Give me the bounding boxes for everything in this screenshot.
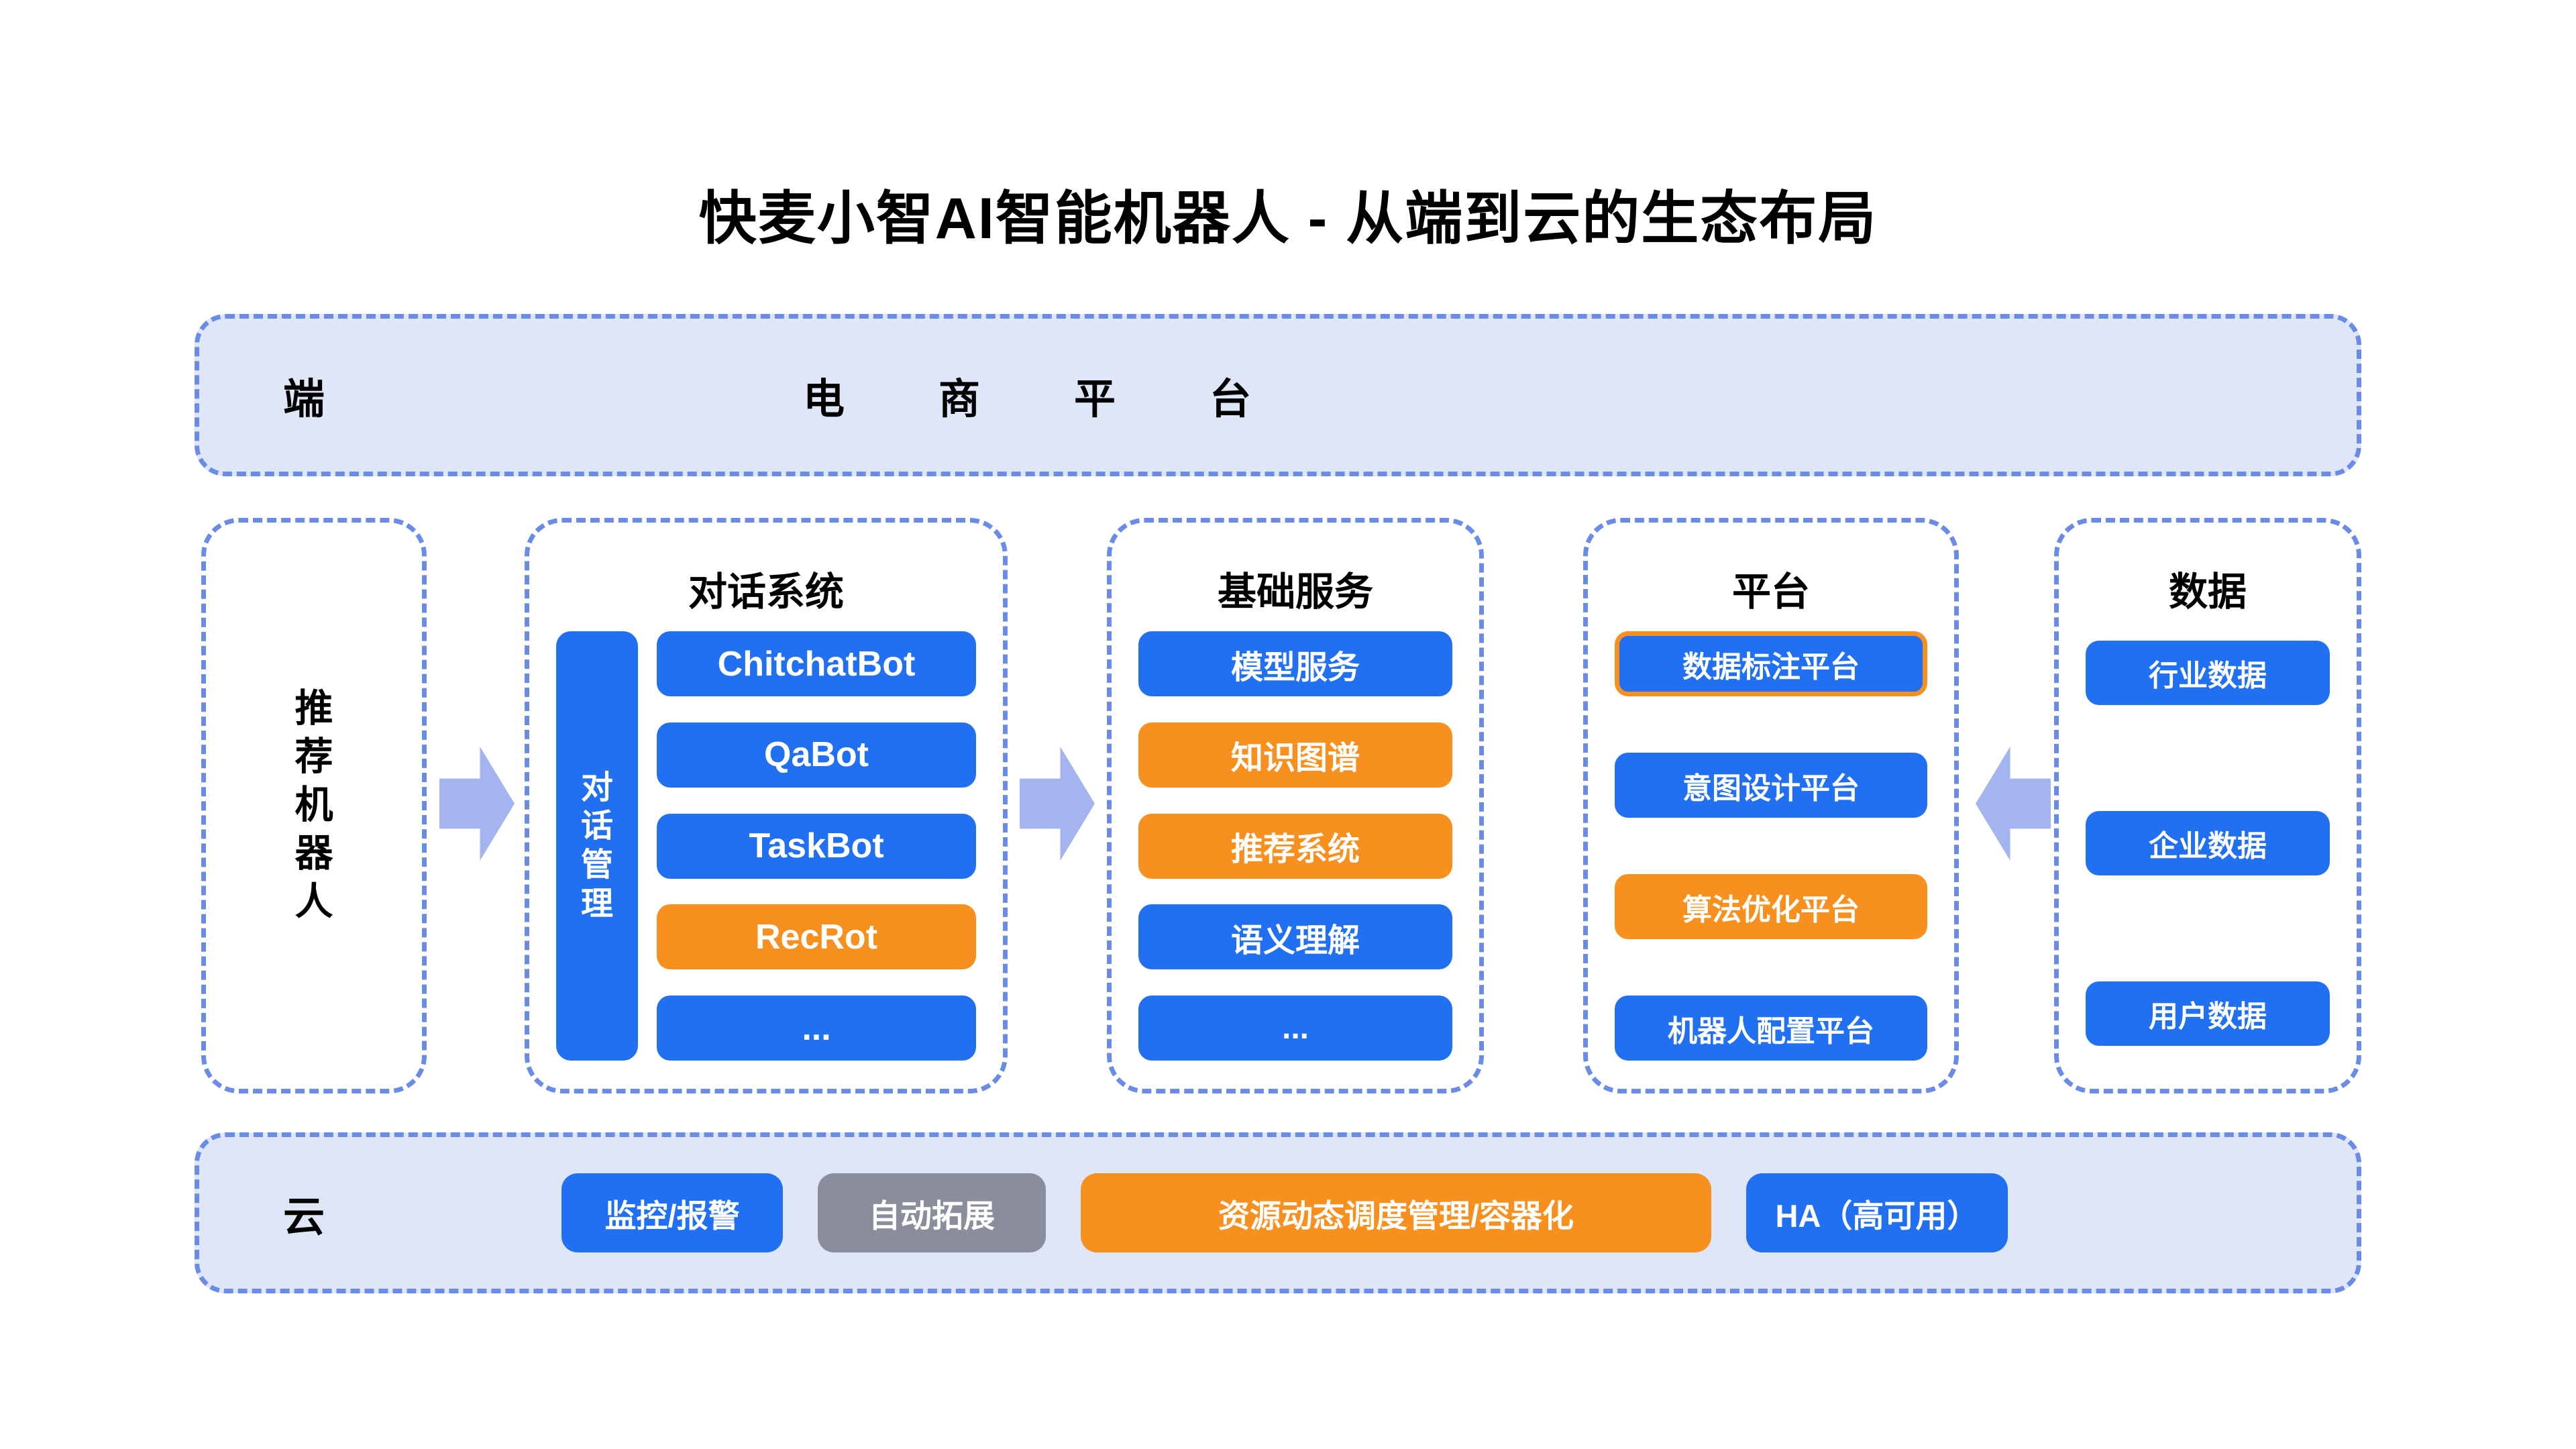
- arrow-right-dialog-to-basic-icon: [1020, 747, 1095, 861]
- platform-list: 数据标注平台 意图设计平台 算法优化平台 机器人配置平台: [1615, 631, 1927, 1061]
- band-terminal-label: 端: [283, 376, 325, 423]
- dialog-bot-list: ChitchatBot QaBot TaskBot RecRot ...: [657, 631, 976, 1061]
- platform-title: 平台: [1731, 570, 1810, 614]
- basic-item-semantic-understanding[interactable]: 语义理解: [1138, 904, 1452, 970]
- column-recommendation-robot: 推 荐 机 器 人: [201, 518, 427, 1093]
- band-terminal-platforms: 电商平台: [803, 376, 1346, 423]
- recommendation-robot-label-wrap: 推 荐 机 器 人: [206, 523, 422, 1089]
- band-cloud: 云 监控/报警 自动拓展 资源动态调度管理/容器化 HA（高可用）: [195, 1132, 2361, 1293]
- data-list: 行业数据 企业数据 用户数据: [2086, 641, 2330, 1046]
- band-cloud-label: 云: [283, 1194, 325, 1240]
- cloud-chip-list: 监控/报警 自动拓展 资源动态调度管理/容器化 HA（高可用）: [561, 1173, 2008, 1252]
- vchar-1: 荐: [294, 735, 333, 779]
- cloud-chip-resource-scheduling-containerization[interactable]: 资源动态调度管理/容器化: [1081, 1173, 1711, 1252]
- dialog-item-recrot[interactable]: RecRot: [657, 904, 976, 970]
- basic-services-title: 基础服务: [1217, 570, 1373, 614]
- cloud-chip-monitoring-alerting[interactable]: 监控/报警: [561, 1173, 783, 1252]
- platform-item-algorithm-optimization[interactable]: 算法优化平台: [1615, 874, 1927, 939]
- platform-item-data-annotation[interactable]: 数据标注平台: [1615, 631, 1927, 696]
- vchar-2: 机: [294, 784, 333, 827]
- arrow-left-data-to-platform-icon: [1976, 747, 2051, 861]
- dialog-item-more[interactable]: ...: [657, 996, 976, 1061]
- cloud-chip-high-availability[interactable]: HA（高可用）: [1746, 1173, 2008, 1252]
- data-item-industry-data[interactable]: 行业数据: [2086, 641, 2330, 705]
- dialog-manager-char-2: 管: [580, 847, 613, 883]
- basic-item-knowledge-graph[interactable]: 知识图谱: [1138, 722, 1452, 788]
- column-data: 数据 行业数据 企业数据 用户数据: [2054, 518, 2361, 1093]
- arrow-right-robot-to-dialog-icon: [439, 747, 515, 861]
- basic-item-more[interactable]: ...: [1138, 996, 1452, 1061]
- dialog-manager-block[interactable]: 对 话 管 理: [556, 631, 638, 1061]
- dialog-system-title: 对话系统: [688, 570, 844, 614]
- dialog-manager-char-3: 理: [580, 885, 613, 922]
- vchar-4: 人: [294, 879, 333, 923]
- vchar-0: 推: [294, 687, 333, 731]
- column-dialog-system: 对话系统 对 话 管 理 ChitchatBot QaBot TaskBot R…: [525, 518, 1008, 1093]
- dialog-item-chitchatbot[interactable]: ChitchatBot: [657, 631, 976, 696]
- diagram-canvas: 快麦小智AI智能机器人 - 从端到云的生态布局 端 电商平台 推 荐 机 器 人…: [0, 0, 2576, 1449]
- recommendation-robot-label: 推 荐 机 器 人: [295, 685, 333, 926]
- vchar-3: 器: [294, 831, 333, 875]
- column-platform: 平台 数据标注平台 意图设计平台 算法优化平台 机器人配置平台: [1583, 518, 1959, 1093]
- cloud-chip-auto-scaling[interactable]: 自动拓展: [818, 1173, 1046, 1252]
- platform-item-robot-configuration[interactable]: 机器人配置平台: [1615, 996, 1927, 1061]
- dialog-manager-char-0: 对: [580, 769, 613, 806]
- data-item-user-data[interactable]: 用户数据: [2086, 981, 2330, 1046]
- basic-services-list: 模型服务 知识图谱 推荐系统 语义理解 ...: [1138, 631, 1452, 1061]
- basic-item-recommendation-system[interactable]: 推荐系统: [1138, 813, 1452, 879]
- dialog-item-qabot[interactable]: QaBot: [657, 722, 976, 788]
- data-item-enterprise-data[interactable]: 企业数据: [2086, 811, 2330, 875]
- dialog-manager-char-1: 话: [580, 808, 613, 845]
- platform-item-intent-design[interactable]: 意图设计平台: [1615, 753, 1927, 818]
- basic-item-model-service[interactable]: 模型服务: [1138, 631, 1452, 696]
- data-title: 数据: [2168, 570, 2247, 614]
- dialog-item-taskbot[interactable]: TaskBot: [657, 813, 976, 879]
- page-title: 快麦小智AI智能机器人 - 从端到云的生态布局: [698, 186, 1878, 251]
- dialog-system-body: 对 话 管 理 ChitchatBot QaBot TaskBot RecRot…: [556, 631, 976, 1061]
- band-terminal: 端 电商平台: [195, 314, 2361, 476]
- column-basic-services: 基础服务 模型服务 知识图谱 推荐系统 语义理解 ...: [1107, 518, 1484, 1093]
